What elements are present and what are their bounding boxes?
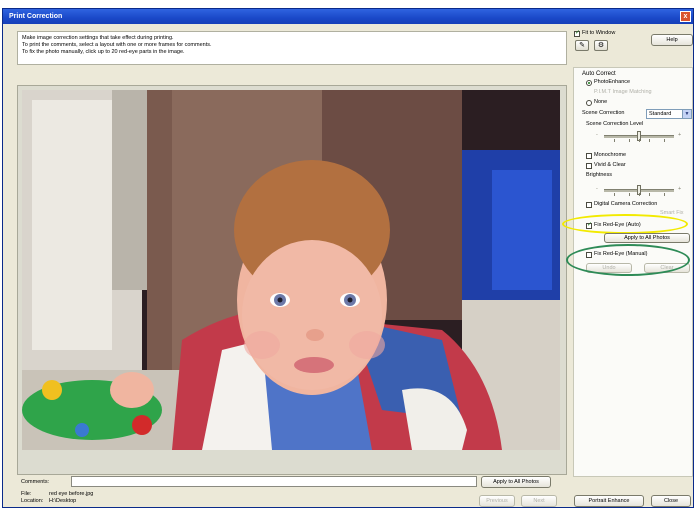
baby-photo-image (22, 90, 560, 450)
minus-icon: - (596, 186, 598, 192)
portrait-enhance-button[interactable]: Portrait Enhance (574, 495, 644, 507)
help-button[interactable]: Help (651, 34, 693, 46)
scene-level-slider[interactable] (604, 131, 674, 142)
previous-button[interactable]: Previous (479, 495, 515, 507)
plus-icon: + (678, 186, 682, 192)
scene-correction-select[interactable]: Standard ▼ (646, 109, 692, 119)
photo-preview-frame (17, 85, 567, 475)
brightness-label: Brightness (586, 172, 612, 178)
close-icon[interactable]: x (680, 11, 691, 22)
window-titlebar: Print Correction x (3, 9, 693, 24)
chevron-down-icon: ▼ (682, 110, 691, 118)
none-label: None (594, 99, 608, 105)
comments-input[interactable] (71, 476, 477, 487)
digital-camera-checkbox[interactable] (586, 202, 592, 208)
comments-apply-all-button[interactable]: Apply to All Photos (481, 476, 551, 488)
digital-camera-label: Digital Camera Correction (594, 201, 658, 207)
brightness-slider[interactable] (604, 185, 674, 196)
auto-correct-heading: Auto Correct (582, 71, 616, 77)
tool-icon[interactable]: ⚙ (594, 40, 608, 51)
apply-all-photos-button[interactable]: Apply to All Photos (604, 233, 690, 243)
photoenhance-label: PhotoEnhance (594, 79, 631, 85)
vivid-clear-label: Vivid & Clear (594, 162, 626, 168)
monochrome-checkbox[interactable] (586, 153, 592, 159)
fit-to-window-label: Fit to Window (582, 30, 616, 36)
next-button[interactable]: Next (521, 495, 557, 507)
location-value: H:\Desktop (49, 498, 77, 504)
manual-highlight-ellipse (566, 244, 690, 276)
instruction-line: Make image correction settings that take… (22, 35, 174, 41)
instruction-line: To print the comments, select a layout w… (22, 42, 212, 48)
fit-to-window-checkbox[interactable] (574, 29, 580, 37)
file-value: red eye before.jpg (49, 491, 94, 497)
scene-correction-label: Scene Correction (582, 110, 625, 116)
print-correction-window: Print Correction x Make image correction… (2, 8, 694, 508)
window-title: Print Correction (9, 13, 63, 20)
instructions-box: Make image correction settings that take… (17, 31, 567, 65)
file-label: File: (21, 491, 32, 497)
correction-panel: Auto Correct PhotoEnhance P.I.M.T Image … (562, 67, 693, 477)
vivid-clear-checkbox[interactable] (586, 163, 592, 169)
pimt-label: P.I.M.T Image Matching (594, 89, 652, 95)
comments-label: Comments: (21, 479, 50, 485)
scene-level-label: Scene Correction Level (586, 121, 644, 127)
instruction-line: To fix the photo manually, click up to 2… (22, 49, 185, 55)
monochrome-label: Monochrome (594, 152, 627, 158)
plus-icon: + (678, 132, 682, 138)
photo-preview[interactable] (22, 90, 560, 450)
minus-icon: - (596, 132, 598, 138)
scene-correction-value: Standard (649, 111, 672, 117)
location-label: Location: (21, 498, 44, 504)
photoenhance-radio[interactable] (586, 80, 592, 86)
auto-highlight-ellipse (562, 214, 688, 234)
close-button[interactable]: Close (651, 495, 691, 507)
wrench-icon[interactable]: ✎ (575, 40, 589, 51)
none-radio[interactable] (586, 100, 592, 106)
